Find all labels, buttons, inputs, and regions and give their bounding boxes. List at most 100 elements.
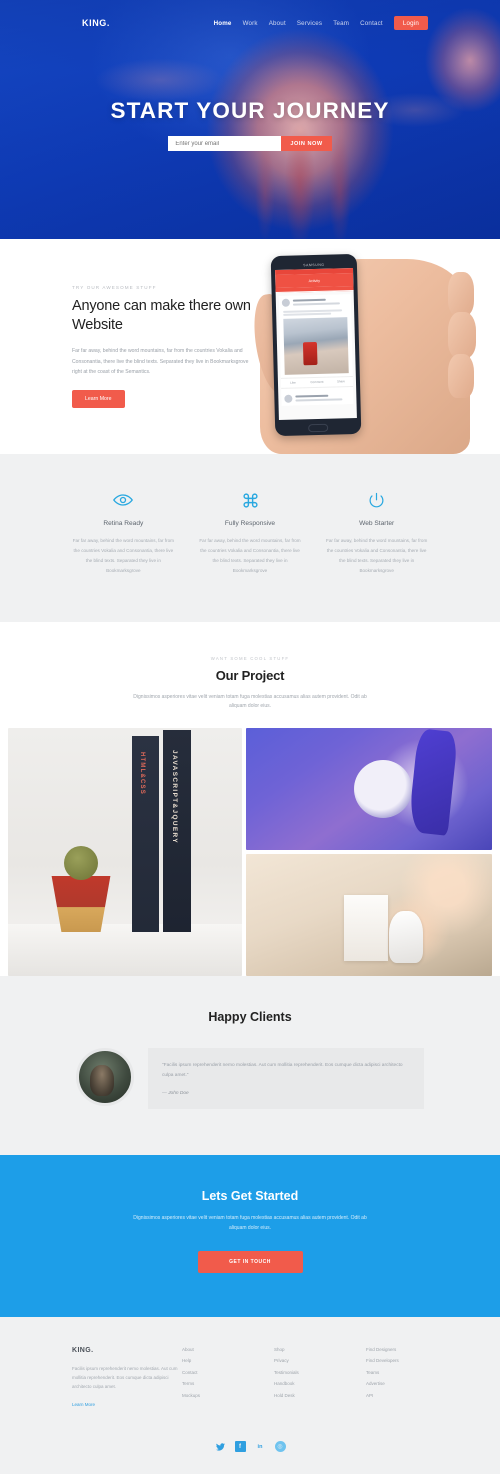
- get-in-touch-button[interactable]: GET IN TOUCH: [197, 1250, 303, 1273]
- picture-frame: [344, 895, 389, 962]
- footer-link-find-developers[interactable]: Find Developers: [366, 1358, 428, 1363]
- command-icon: [197, 488, 304, 512]
- project-gallery: HTML&CSS JAVASCRIPT&JQUERY: [0, 728, 500, 976]
- learn-more-button[interactable]: Learn More: [72, 389, 125, 408]
- footer-link-mockups[interactable]: Mockups: [182, 1393, 244, 1398]
- footer-link-contact[interactable]: Contact: [182, 1370, 244, 1375]
- social-links: f in ◎: [0, 1411, 500, 1474]
- finger-3: [448, 354, 474, 398]
- footer-logo: KING.: [72, 1346, 94, 1354]
- gallery-item-concert-stage[interactable]: [246, 728, 492, 850]
- phone-screen: Activity Like Comment Share: [275, 268, 357, 420]
- footer-description: Facilis ipsum reprehenderit nemo molesti…: [72, 1365, 178, 1390]
- footer-link-shop[interactable]: Shop: [274, 1347, 336, 1352]
- nav-item-home[interactable]: Home: [214, 20, 232, 27]
- twitter-icon[interactable]: [215, 1441, 226, 1452]
- testimonials-title: Happy Clients: [208, 1010, 292, 1024]
- phone-post-meta: [292, 302, 340, 306]
- phone-post-avatar: [281, 298, 290, 307]
- power-icon: [323, 488, 430, 512]
- phone-app-tabs: [275, 285, 354, 294]
- nav-item-work[interactable]: Work: [243, 20, 258, 27]
- phone-post-author-name: [292, 299, 326, 302]
- phone-feed-card: Like Comment Share: [278, 294, 354, 406]
- footer-link-terms[interactable]: Terms: [182, 1381, 244, 1386]
- feature-card-web-starter: Web Starter Far far away, behind the wor…: [313, 488, 440, 576]
- feature-description: Far far away, behind the word mountains,…: [72, 538, 174, 573]
- phone-post-text-line: [283, 312, 331, 316]
- nav-item-about[interactable]: About: [269, 20, 286, 27]
- stormtrooper-figure: [388, 911, 423, 964]
- footer-column-1: About Help Contact Terms Mockups: [182, 1347, 244, 1412]
- footer-link-hold-desk[interactable]: Hold Desk: [274, 1393, 336, 1398]
- footer-link-api[interactable]: API: [366, 1393, 428, 1398]
- phone-post-header: [279, 294, 351, 310]
- footer-link-privacy[interactable]: Privacy: [274, 1358, 336, 1363]
- login-button[interactable]: Login: [393, 16, 428, 30]
- about-section: TRY OUR AWESOME STUFF Anyone can make th…: [0, 239, 500, 454]
- feature-description: Far far away, behind the word mountains,…: [199, 538, 301, 573]
- phone-share-action[interactable]: Share: [329, 377, 353, 387]
- gallery-right-column: [246, 728, 492, 976]
- footer: KING. Facilis ipsum reprehenderit nemo m…: [0, 1316, 500, 1412]
- facebook-icon[interactable]: f: [234, 1441, 246, 1453]
- footer-link-testimonials[interactable]: Testimonials: [274, 1370, 336, 1375]
- landing-page: KING. Home Work About Services Team Cont…: [0, 0, 500, 1474]
- about-text-block: TRY OUR AWESOME STUFF Anyone can make th…: [72, 285, 257, 408]
- instagram-icon[interactable]: ◎: [274, 1441, 286, 1453]
- hero-signup-form: JOIN NOW: [0, 136, 500, 151]
- drum-kit: [354, 759, 413, 818]
- hero-title: START YOUR JOURNEY: [110, 98, 390, 123]
- footer-learn-more-link[interactable]: Learn More: [72, 1402, 95, 1407]
- phone-home-button[interactable]: [308, 423, 329, 432]
- footer-link-about[interactable]: About: [182, 1347, 244, 1352]
- gallery-item-stormtrooper-desk[interactable]: [246, 854, 492, 976]
- nav-item-contact[interactable]: Contact: [360, 20, 383, 27]
- linkedin-icon[interactable]: in: [255, 1441, 266, 1452]
- join-now-button[interactable]: JOIN NOW: [281, 136, 332, 151]
- brand-logo[interactable]: KING.: [82, 18, 110, 28]
- book-spine-label-2: JAVASCRIPT&JQUERY: [171, 750, 178, 844]
- footer-link-find-designers[interactable]: Find Designers: [366, 1347, 428, 1352]
- phone-second-post-header: [281, 390, 353, 406]
- phone-brand-label: SAMSUNG: [303, 262, 325, 267]
- project-eyebrow: WANT SOME COOL STUFF: [210, 655, 290, 661]
- testimonial-author: — John Doe: [162, 1091, 189, 1097]
- footer-link-columns: About Help Contact Terms Mockups Shop Pr…: [182, 1347, 428, 1412]
- footer-link-help[interactable]: Help: [182, 1358, 244, 1363]
- about-eyebrow: TRY OUR AWESOME STUFF: [72, 285, 157, 291]
- feature-title: Fully Responsive: [224, 520, 276, 527]
- book-html-css: [132, 736, 159, 932]
- shelf-surface: [8, 924, 243, 976]
- phone-app-title: Activity: [308, 278, 321, 283]
- finger-1: [448, 272, 474, 316]
- feature-card-fully-responsive: Fully Responsive Far far away, behind th…: [187, 488, 314, 576]
- footer-brand-block: KING. Facilis ipsum reprehenderit nemo m…: [72, 1347, 182, 1412]
- phone-post-photo: [283, 316, 349, 375]
- nav-item-services[interactable]: Services: [297, 20, 322, 27]
- project-section: WANT SOME COOL STUFF Our Project Digniss…: [0, 621, 500, 728]
- book-spine-label-1: HTML&CSS: [139, 752, 145, 795]
- performer-boot: [407, 728, 458, 837]
- footer-link-advertise[interactable]: Advertise: [366, 1381, 428, 1386]
- phone-comment-action[interactable]: Comment: [305, 377, 329, 387]
- features-section: Retina Ready Far far away, behind the wo…: [0, 454, 500, 622]
- footer-column-3: Find Designers Find Developers Teams Adv…: [366, 1347, 428, 1412]
- testimonial-quote: "Facilis ipsum reprehenderit nemo molest…: [162, 1063, 403, 1078]
- phone-second-author-block: [295, 394, 350, 402]
- smartphone-device: SAMSUNG Activity Like Comment Share: [270, 253, 362, 437]
- email-input[interactable]: [168, 136, 282, 151]
- cactus-plant: [64, 846, 98, 880]
- footer-link-handbook[interactable]: Handbook: [274, 1381, 336, 1386]
- phone-like-action[interactable]: Like: [281, 378, 305, 388]
- hero-section: KING. Home Work About Services Team Cont…: [0, 0, 500, 239]
- about-paragraph: Far far away, behind the word mountains,…: [72, 348, 249, 375]
- footer-link-teams[interactable]: Teams: [366, 1370, 428, 1375]
- nav-item-team[interactable]: Team: [333, 20, 349, 27]
- feature-title: Web Starter: [359, 520, 395, 527]
- gallery-item-cactus-and-books[interactable]: HTML&CSS JAVASCRIPT&JQUERY: [8, 728, 243, 976]
- footer-column-2: Shop Privacy Testimonials Handbook Hold …: [274, 1347, 336, 1412]
- testimonials-section: Happy Clients "Facilis ipsum reprehender…: [0, 976, 500, 1156]
- testimonial-quote-box: "Facilis ipsum reprehenderit nemo molest…: [148, 1048, 424, 1110]
- phone-second-avatar: [284, 394, 293, 403]
